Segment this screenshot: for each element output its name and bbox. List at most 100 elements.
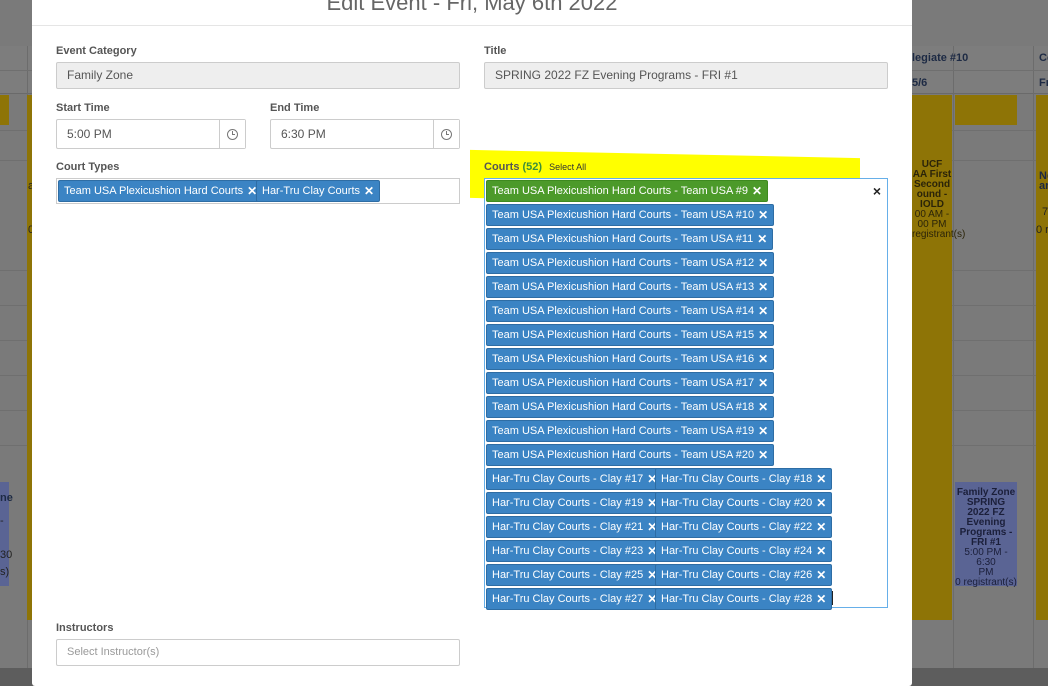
calendar-column-date: Fr bbox=[1039, 77, 1048, 89]
remove-icon[interactable]: ✕ bbox=[757, 232, 767, 246]
edge-text: s) bbox=[0, 566, 10, 578]
edit-event-modal: Edit Event - Fri, May 6th 2022 Event Cat… bbox=[32, 0, 912, 686]
tag-label: Har-Tru Clay Courts - Clay #24 bbox=[661, 545, 813, 557]
remove-icon[interactable]: ✕ bbox=[816, 496, 826, 510]
end-time-label: End Time bbox=[270, 102, 320, 114]
remove-icon[interactable]: ✕ bbox=[752, 184, 762, 198]
court-tag[interactable]: Team USA Plexicushion Hard Courts - Team… bbox=[486, 180, 769, 202]
calendar-event[interactable] bbox=[0, 95, 9, 125]
tag-label: Har-Tru Clay Courts - Clay #26 bbox=[661, 569, 813, 581]
select-all-link[interactable]: Select All bbox=[549, 162, 586, 172]
start-time-label: Start Time bbox=[56, 102, 110, 114]
remove-icon[interactable]: ✕ bbox=[758, 424, 768, 438]
court-tag[interactable]: Har-Tru Clay Courts - Clay #19 ✕ bbox=[486, 492, 664, 514]
court-type-tag[interactable]: Team USA Plexicushion Hard Courts ✕ bbox=[58, 180, 264, 202]
court-types-select[interactable]: Team USA Plexicushion Hard Courts ✕ Har-… bbox=[56, 178, 460, 204]
courts-count: (52) bbox=[522, 161, 543, 173]
end-time-input[interactable]: 6:30 PM bbox=[270, 119, 460, 149]
instructors-select[interactable]: Select Instructor(s) bbox=[56, 639, 460, 666]
start-time-input[interactable]: 5:00 PM bbox=[56, 119, 246, 149]
tag-label: Har-Tru Clay Courts - Clay #23 bbox=[492, 545, 644, 557]
court-type-tag[interactable]: Har-Tru Clay Courts ✕ bbox=[256, 180, 381, 202]
court-tag[interactable]: Har-Tru Clay Courts - Clay #21 ✕ bbox=[486, 516, 664, 538]
court-tag[interactable]: Team USA Plexicushion Hard Courts - Team… bbox=[486, 252, 775, 274]
tag-label: Har-Tru Clay Courts - Clay #21 bbox=[492, 521, 644, 533]
court-tag[interactable]: Team USA Plexicushion Hard Courts - Team… bbox=[486, 276, 775, 298]
court-tag[interactable]: Har-Tru Clay Courts - Clay #24 ✕ bbox=[655, 540, 833, 562]
court-tag[interactable]: Team USA Plexicushion Hard Courts - Team… bbox=[486, 228, 774, 250]
tag-label: Har-Tru Clay Courts - Clay #27 bbox=[492, 593, 644, 605]
court-tag[interactable]: Team USA Plexicushion Hard Courts - Team… bbox=[486, 396, 775, 418]
tag-label: Har-Tru Clay Courts - Clay #22 bbox=[661, 521, 813, 533]
court-tag[interactable]: Har-Tru Clay Courts - Clay #18 ✕ bbox=[655, 468, 833, 490]
court-tag[interactable]: Team USA Plexicushion Hard Courts - Team… bbox=[486, 324, 775, 346]
tag-label: Team USA Plexicushion Hard Courts - Team… bbox=[492, 257, 755, 269]
tag-label: Team USA Plexicushion Hard Courts - Team… bbox=[492, 209, 755, 221]
edge-text: ar bbox=[1039, 180, 1048, 192]
court-tag[interactable]: Team USA Plexicushion Hard Courts - Team… bbox=[486, 372, 775, 394]
remove-icon[interactable]: ✕ bbox=[758, 328, 768, 342]
tag-label: Har-Tru Clay Courts - Clay #17 bbox=[492, 473, 644, 485]
court-tag[interactable]: Har-Tru Clay Courts - Clay #25 ✕ bbox=[486, 564, 664, 586]
instructors-label: Instructors bbox=[56, 622, 114, 634]
event-line: 0 registrant(s) bbox=[955, 577, 1017, 588]
court-tag[interactable]: Har-Tru Clay Courts - Clay #23 ✕ bbox=[486, 540, 664, 562]
remove-icon[interactable]: ✕ bbox=[816, 544, 826, 558]
remove-icon[interactable]: ✕ bbox=[816, 520, 826, 534]
clear-all-icon[interactable]: × bbox=[873, 183, 881, 199]
tag-label: Team USA Plexicushion Hard Courts - Team… bbox=[492, 401, 755, 413]
remove-icon[interactable]: ✕ bbox=[758, 448, 768, 462]
tag-label: Team USA Plexicushion Hard Courts - Team… bbox=[492, 425, 755, 437]
end-time-value: 6:30 PM bbox=[281, 127, 326, 141]
court-tag[interactable]: Team USA Plexicushion Hard Courts - Team… bbox=[486, 420, 775, 442]
event-line: 5:00 PM - 6:30 bbox=[964, 547, 1008, 568]
tag-label: Har-Tru Clay Courts - Clay #28 bbox=[661, 593, 813, 605]
remove-icon[interactable]: ✕ bbox=[758, 352, 768, 366]
event-category-label: Event Category bbox=[56, 45, 137, 57]
remove-icon[interactable]: ✕ bbox=[758, 280, 768, 294]
tag-label: Team USA Plexicushion Hard Courts - Team… bbox=[492, 353, 755, 365]
court-tag[interactable]: Har-Tru Clay Courts - Clay #22 ✕ bbox=[655, 516, 833, 538]
remove-icon[interactable]: ✕ bbox=[816, 568, 826, 582]
court-tag[interactable]: Har-Tru Clay Courts - Clay #20 ✕ bbox=[655, 492, 833, 514]
text-cursor bbox=[832, 591, 833, 605]
tag-label: Team USA Plexicushion Hard Courts - Team… bbox=[492, 185, 748, 197]
start-time-picker-button[interactable] bbox=[219, 120, 245, 148]
title-field[interactable]: SPRING 2022 FZ Evening Programs - FRI #1 bbox=[484, 62, 888, 89]
court-tag[interactable]: Har-Tru Clay Courts - Clay #17 ✕ bbox=[486, 468, 664, 490]
court-tag[interactable]: Team USA Plexicushion Hard Courts - Team… bbox=[486, 444, 775, 466]
courts-label-text: Courts bbox=[484, 161, 520, 173]
remove-icon[interactable]: ✕ bbox=[816, 472, 826, 486]
edge-text: 30 bbox=[0, 549, 13, 561]
tag-label: Har-Tru Clay Courts - Clay #20 bbox=[661, 497, 813, 509]
tag-label: Har-Tru Clay Courts - Clay #18 bbox=[661, 473, 813, 485]
calendar-event-family-zone[interactable]: Family Zone SPRING 2022 FZ Evening Progr… bbox=[955, 482, 1017, 588]
court-tag[interactable]: Team USA Plexicushion Hard Courts - Team… bbox=[486, 348, 775, 370]
tag-label: Har-Tru Clay Courts - Clay #25 bbox=[492, 569, 644, 581]
court-tag[interactable]: Har-Tru Clay Courts - Clay #27 ✕ bbox=[486, 588, 664, 610]
court-tag[interactable]: Team USA Plexicushion Hard Courts - Team… bbox=[486, 300, 775, 322]
calendar-column-date: 5/6 bbox=[912, 77, 928, 89]
edge-text: - bbox=[0, 515, 4, 527]
remove-icon[interactable]: ✕ bbox=[816, 592, 826, 606]
courts-select[interactable]: × Team USA Plexicushion Hard Courts - Te… bbox=[484, 178, 888, 610]
calendar-column-head: Co bbox=[1039, 52, 1048, 64]
court-tag[interactable]: Har-Tru Clay Courts - Clay #28 ✕ bbox=[655, 588, 833, 610]
calendar-event[interactable] bbox=[955, 95, 1017, 125]
remove-icon[interactable]: ✕ bbox=[758, 376, 768, 390]
remove-icon[interactable]: ✕ bbox=[758, 208, 768, 222]
remove-icon[interactable]: ✕ bbox=[364, 184, 374, 198]
remove-icon[interactable]: ✕ bbox=[758, 304, 768, 318]
event-category-field[interactable]: Family Zone bbox=[56, 62, 460, 89]
court-tag[interactable]: Team USA Plexicushion Hard Courts - Team… bbox=[486, 204, 775, 226]
tag-label: Team USA Plexicushion Hard Courts - Team… bbox=[492, 233, 754, 245]
tag-label: Har-Tru Clay Courts bbox=[262, 185, 360, 197]
modal-title: Edit Event - Fri, May 6th 2022 bbox=[32, 0, 912, 26]
court-tag[interactable]: Har-Tru Clay Courts - Clay #26 ✕ bbox=[655, 564, 833, 586]
tag-label: Team USA Plexicushion Hard Courts - Team… bbox=[492, 377, 755, 389]
tag-label: Har-Tru Clay Courts - Clay #19 bbox=[492, 497, 644, 509]
remove-icon[interactable]: ✕ bbox=[758, 400, 768, 414]
end-time-picker-button[interactable] bbox=[433, 120, 459, 148]
remove-icon[interactable]: ✕ bbox=[758, 256, 768, 270]
tag-label: Team USA Plexicushion Hard Courts - Team… bbox=[492, 305, 755, 317]
